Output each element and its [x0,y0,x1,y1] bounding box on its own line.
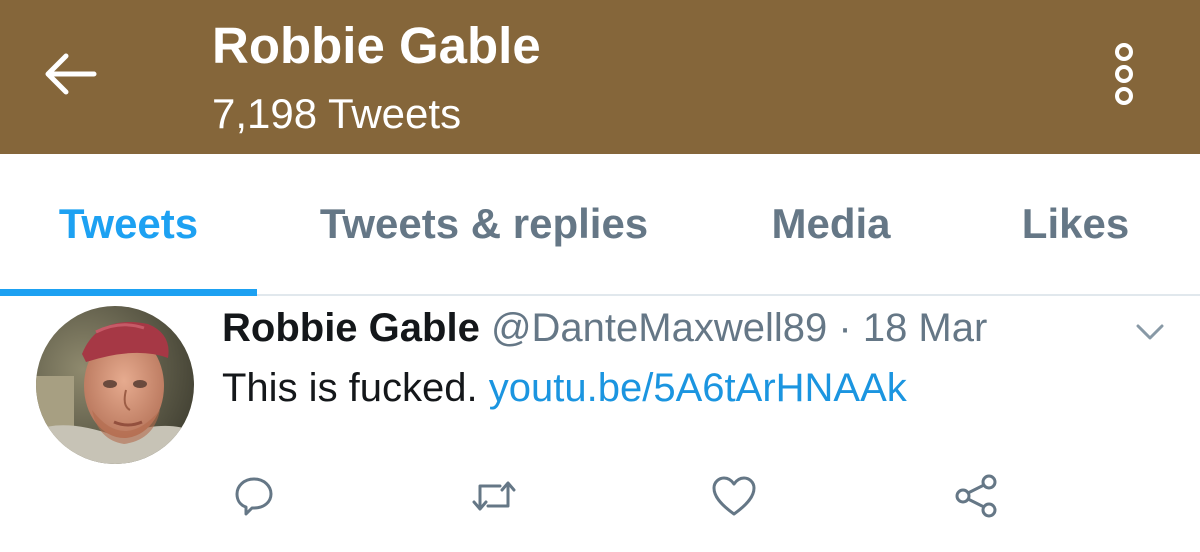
like-button[interactable] [704,468,764,524]
tab-media[interactable]: Media [711,154,951,294]
retweet-icon [472,481,516,511]
tweet-count: 7,198 Tweets [212,90,462,137]
tab-tweets-and-replies[interactable]: Tweets & replies [257,154,711,294]
tweet-link[interactable]: youtu.be/5A6tArHNAAk [489,366,907,410]
meta-separator: · [838,306,852,350]
tweet-timestamp[interactable]: 18 Mar [863,306,988,350]
reply-button[interactable] [224,468,284,524]
avatar[interactable] [36,306,194,464]
tweet-item[interactable]: Robbie Gable @DanteMaxwell89 · 18 Mar Th… [0,296,1200,552]
tweet-author-name[interactable]: Robbie Gable [222,306,480,350]
profile-header: Robbie Gable 7,198 Tweets [0,0,1200,154]
share-icon [955,474,997,518]
profile-tab-bar: Tweets Tweets & replies Media Likes [0,154,1200,296]
tweet-author-handle[interactable]: @DanteMaxwell89 [491,306,827,350]
back-button[interactable] [38,42,102,106]
profile-name-title: Robbie Gable [212,17,541,74]
vertical-ellipsis-icon [1115,43,1133,105]
active-tab-indicator [0,289,257,296]
like-icon [712,476,756,516]
tweet-text: This is fucked. [222,366,478,410]
tab-tweets[interactable]: Tweets [0,154,257,294]
share-button[interactable] [946,468,1006,524]
tweet-options-button[interactable] [1128,314,1172,350]
tweet-header: Robbie Gable @DanteMaxwell89 · 18 Mar [222,304,987,352]
chevron-down-icon [1136,324,1164,340]
arrow-left-icon [45,53,97,95]
reply-icon [235,477,273,516]
retweet-button[interactable] [464,468,524,524]
profile-photo [36,306,194,464]
tweet-body: This is fucked. youtu.be/5A6tArHNAAk [222,362,907,414]
overflow-menu-button[interactable] [1100,36,1148,112]
tab-likes[interactable]: Likes [951,154,1200,294]
